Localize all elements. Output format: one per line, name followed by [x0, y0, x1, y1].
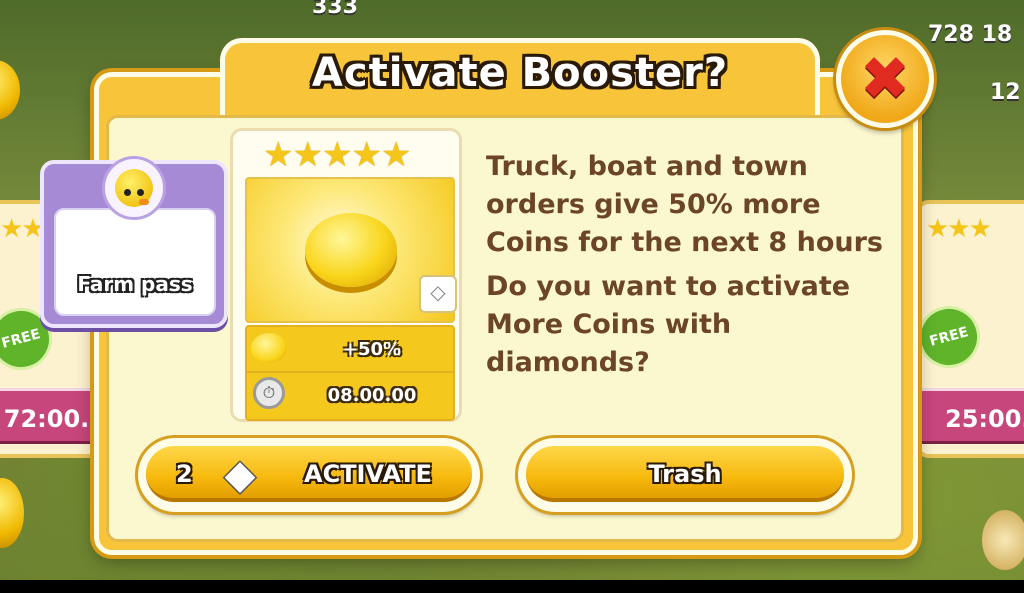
trash-button[interactable]: Trash — [518, 438, 852, 512]
activate-button[interactable]: 2 ◆ ACTIVATE — [138, 438, 480, 512]
activate-label: ACTIVATE — [304, 460, 432, 488]
trash-button-face: Trash — [526, 446, 844, 502]
coin-icon — [251, 333, 287, 363]
confirm-question: Do you want to activate More Coins with … — [486, 271, 851, 378]
dialog-title: Activate Booster? — [311, 50, 729, 96]
bonus-value: +50% — [342, 339, 402, 360]
chick-beak — [139, 199, 149, 205]
background-timer-right: 25:00.0 — [915, 388, 1024, 444]
background-coin-icon — [0, 60, 20, 120]
bonus-row: +50% — [245, 325, 455, 375]
background-counter: 333 — [312, 0, 358, 19]
star-rating: ★★★★★ — [263, 135, 411, 175]
booster-description: Truck, boat and town orders give 50% mor… — [486, 148, 886, 382]
background-resource-count-2: 12 — [990, 80, 1021, 105]
farm-pass-label: Farm pass — [77, 272, 193, 296]
background-stars-left: ★★ — [0, 214, 45, 244]
diamond-icon: ◆ — [224, 452, 256, 498]
activate-button-face: 2 ◆ ACTIVATE — [146, 446, 472, 502]
background-stars-right: ★★★ — [926, 214, 992, 244]
booster-card: ★★★★★ ◇ +50% ⏱ 08.00.00 — [230, 128, 462, 422]
diamond-icon: ◇ — [419, 275, 457, 313]
diamond-cost: 2 — [176, 460, 193, 488]
close-x-icon: ✖ — [859, 44, 911, 114]
farm-pass-card: Farm pass — [54, 208, 216, 316]
booster-image: ◇ — [245, 177, 457, 323]
close-button[interactable]: ✖ — [836, 30, 934, 128]
background-coin-icon — [0, 478, 24, 548]
coin-icon — [305, 213, 397, 287]
chick-eye — [137, 189, 144, 196]
background-resource-count: 728 18 — [928, 22, 1013, 47]
duration-value: 08.00.00 — [327, 385, 417, 406]
background-avatar-icon — [982, 510, 1024, 570]
chick-body — [115, 169, 153, 207]
chick-icon — [102, 156, 166, 220]
stopwatch-icon: ⏱ — [253, 377, 285, 409]
effect-text: Truck, boat and town orders give 50% mor… — [486, 151, 883, 258]
farm-pass-button[interactable]: Farm pass — [40, 156, 228, 328]
duration-row: ⏱ 08.00.00 — [245, 371, 455, 421]
trash-label: Trash — [648, 460, 722, 488]
chick-eye — [124, 189, 131, 196]
